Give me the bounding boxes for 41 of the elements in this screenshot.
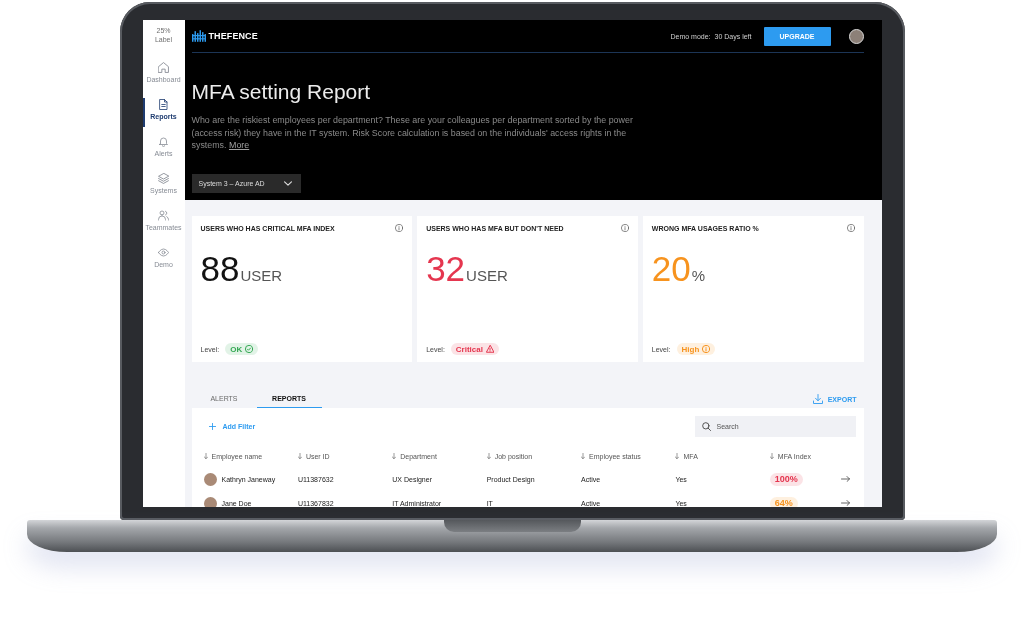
metric-value: 32	[426, 251, 466, 287]
fence-icon	[191, 30, 206, 42]
arrow-down-icon	[486, 453, 491, 459]
search-icon	[701, 422, 711, 431]
more-link[interactable]: More	[229, 140, 250, 150]
metric-unit: USER	[466, 267, 508, 284]
eye-icon	[158, 247, 169, 258]
mfa-index-badge: 64%	[769, 496, 798, 507]
avatar	[203, 496, 217, 507]
arrow-right-icon[interactable]	[841, 476, 850, 482]
mfa-index-badge: 100%	[769, 472, 803, 486]
arrow-down-icon	[392, 453, 397, 459]
layers-icon	[158, 173, 169, 184]
bell-icon	[158, 136, 169, 147]
arrow-right-icon[interactable]	[841, 500, 850, 506]
home-icon	[158, 62, 169, 73]
metric-unit: %	[691, 267, 706, 284]
arrow-down-icon	[581, 453, 586, 459]
page-title: MFA setting Report	[191, 80, 372, 104]
metric-value: 88	[200, 251, 240, 287]
info-icon[interactable]	[395, 224, 404, 232]
info-icon[interactable]	[846, 224, 855, 232]
report-description: Who are the riskiest employees per department? These are your colleagues per department sorted by the power (access risk) they have in the IT system. Risk Score calculation is based on the individuals' access rights in the systems. More	[191, 114, 634, 152]
plus-icon	[208, 423, 216, 430]
chevron-down-icon	[283, 180, 292, 186]
level-text: OK	[230, 344, 243, 354]
document-icon	[158, 99, 169, 110]
metric-unit: USER	[240, 267, 283, 284]
info-icon[interactable]	[620, 224, 629, 232]
arrow-down-icon	[769, 453, 774, 459]
user-avatar[interactable]	[848, 28, 864, 44]
arrow-down-icon	[675, 453, 680, 459]
download-icon	[812, 394, 823, 404]
level-text: High	[681, 344, 700, 354]
level-text: Critical	[455, 344, 483, 354]
metric-value: 20	[651, 251, 691, 287]
avatar	[203, 472, 217, 486]
people-icon	[158, 210, 169, 221]
arrow-down-icon	[297, 453, 302, 459]
arrow-down-icon	[203, 453, 208, 459]
logo-text: THEFENCE	[208, 31, 258, 41]
